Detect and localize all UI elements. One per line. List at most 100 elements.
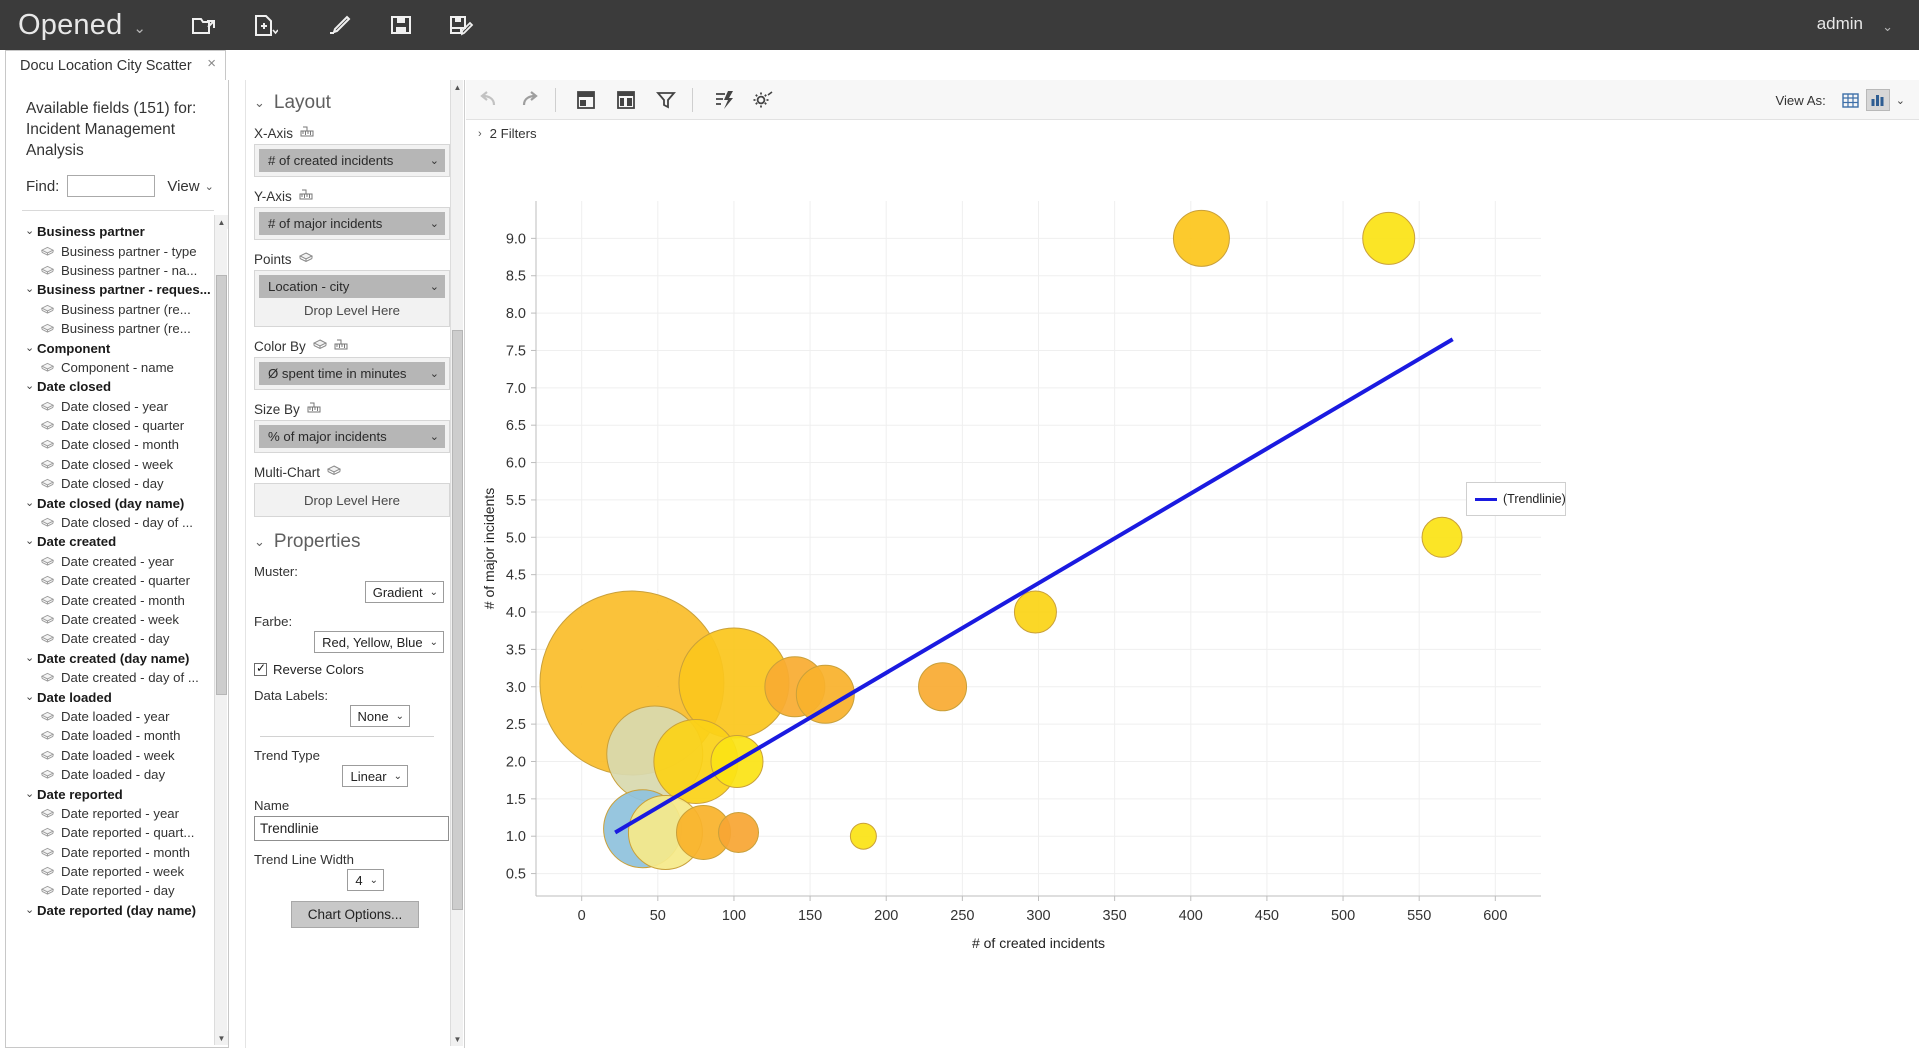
size-by-caret-icon[interactable]: ⌄ [430, 430, 439, 443]
field-item[interactable]: Date loaded - year [6, 707, 228, 726]
field-item[interactable]: Date created - day [6, 629, 228, 648]
field-group[interactable]: ⌄ Date closed (day name) [6, 493, 228, 512]
field-group[interactable]: ⌄ Date reported (day name) [6, 901, 228, 920]
field-item[interactable]: Date closed - month [6, 435, 228, 454]
view-menu-caret-icon[interactable]: ⌄ [205, 180, 214, 193]
field-item[interactable]: Date created - year [6, 552, 228, 571]
size-by-dropbox[interactable]: % of major incidents ⌄ [254, 420, 450, 453]
field-item[interactable]: Date reported - week [6, 862, 228, 881]
plot-canvas[interactable]: 0.5 1.0 1.5 2.0 2.5 3.0 3.5 4.0 4.5 5.0 5.5 6.0 6.5 7… [466, 146, 1919, 1052]
chevron-down-icon[interactable]: ⌄ [25, 381, 37, 392]
filter-bar[interactable]: › 2 Filters [466, 121, 1919, 146]
field-group[interactable]: ⌄ Date created (day name) [6, 649, 228, 668]
properties-collapse-caret-icon[interactable]: ⌄ [254, 534, 265, 550]
field-group[interactable]: ⌄ Business partner [6, 222, 228, 241]
chart-options-button[interactable]: Chart Options... [290, 901, 420, 928]
trend-line-width-caret-icon[interactable]: ⌄ [370, 875, 378, 886]
tab-docu-location-city-scatter[interactable]: Docu Location City Scatter × [5, 50, 226, 80]
layout-collapse-caret-icon[interactable]: ⌄ [254, 95, 265, 111]
field-item[interactable]: Date created - quarter [6, 571, 228, 590]
chevron-down-icon[interactable]: ⌄ [25, 497, 37, 509]
field-group[interactable]: ⌄ Component [6, 338, 228, 357]
field-item[interactable]: Date reported - quart... [6, 823, 228, 842]
view-menu-label[interactable]: View [167, 178, 199, 195]
color-by-dropbox[interactable]: Ø spent time in minutes ⌄ [254, 357, 450, 390]
user-menu-caret-icon[interactable]: ⌄ [1882, 19, 1893, 35]
field-item[interactable]: Date reported - day [6, 881, 228, 900]
table-view-icon[interactable] [1839, 89, 1863, 111]
scroll-down-icon[interactable]: ▼ [215, 1031, 228, 1045]
lightning-icon[interactable] [706, 85, 740, 115]
field-item[interactable]: Date reported - month [6, 843, 228, 862]
y-axis-dropbox[interactable]: # of major incidents ⌄ [254, 207, 450, 240]
chevron-down-icon[interactable]: ⌄ [25, 284, 37, 295]
trend-type-select[interactable]: Linear ⌄ [342, 765, 408, 787]
trend-type-caret-icon[interactable]: ⌄ [394, 771, 402, 782]
app-title[interactable]: Opened [18, 9, 122, 42]
field-item[interactable]: Date created - month [6, 590, 228, 609]
field-item[interactable]: Date closed - week [6, 455, 228, 474]
points-dropbox[interactable]: Location - city ⌄ Drop Level Here [254, 270, 450, 327]
filters-expand-caret-icon[interactable]: › [478, 128, 482, 140]
properties-section-header[interactable]: ⌄ Properties [254, 531, 464, 553]
farbe-select[interactable]: Red, Yellow, Blue ⌄ [314, 631, 444, 653]
chevron-down-icon[interactable]: ⌄ [25, 536, 37, 547]
tab-close-icon[interactable]: × [207, 56, 216, 71]
field-item[interactable]: Date created - day of ... [6, 668, 228, 687]
trend-line-width-select[interactable]: 4 ⌄ [347, 869, 384, 891]
chevron-down-icon[interactable]: ⌄ [25, 342, 37, 354]
muster-caret-icon[interactable]: ⌄ [430, 587, 438, 598]
field-item[interactable]: Date created - week [6, 610, 228, 629]
trend-name-input[interactable] [254, 816, 449, 841]
points-caret-icon[interactable]: ⌄ [430, 280, 439, 293]
multi-chart-drop-level-hint[interactable]: Drop Level Here [259, 488, 445, 512]
layout-header-icon[interactable] [569, 85, 603, 115]
x-axis-pill[interactable]: # of created incidents ⌄ [259, 149, 445, 172]
field-item[interactable]: Date loaded - week [6, 746, 228, 765]
redo-icon[interactable] [512, 85, 546, 115]
scroll-up-icon[interactable]: ▲ [451, 80, 464, 94]
data-labels-caret-icon[interactable]: ⌄ [396, 711, 404, 722]
y-axis-caret-icon[interactable]: ⌄ [430, 217, 439, 230]
data-point-bubble[interactable] [1013, 590, 1057, 634]
field-item[interactable]: Business partner - type [6, 241, 228, 260]
field-group[interactable]: ⌄ Date reported [6, 784, 228, 803]
layout-section-header[interactable]: ⌄ Layout [254, 92, 464, 114]
data-point-bubble[interactable] [795, 664, 855, 724]
scrollbar-thumb[interactable] [452, 330, 463, 910]
field-item[interactable]: Date loaded - month [6, 726, 228, 745]
field-group[interactable]: ⌄ Date closed [6, 377, 228, 396]
size-by-pill[interactable]: % of major incidents ⌄ [259, 425, 445, 448]
open-folder-icon[interactable] [188, 8, 222, 42]
find-input[interactable] [67, 175, 156, 197]
y-axis-pill[interactable]: # of major incidents ⌄ [259, 212, 445, 235]
new-document-icon[interactable] [248, 8, 282, 42]
data-labels-select[interactable]: None ⌄ [349, 705, 410, 727]
app-title-caret-icon[interactable]: ⌄ [133, 19, 146, 37]
chevron-down-icon[interactable]: ⌄ [25, 904, 37, 916]
field-item[interactable]: Date closed - day [6, 474, 228, 493]
field-group[interactable]: ⌄ Date loaded [6, 687, 228, 706]
chevron-down-icon[interactable]: ⌄ [25, 652, 37, 664]
view-as-caret-icon[interactable]: ⌄ [1896, 94, 1905, 107]
reverse-colors-checkbox[interactable] [254, 661, 267, 676]
data-point-bubble[interactable] [1362, 211, 1416, 265]
data-point-bubble[interactable] [1421, 516, 1463, 558]
field-item[interactable]: Date closed - day of ... [6, 513, 228, 532]
field-group[interactable]: ⌄ Business partner - reques... [6, 280, 228, 299]
filters-label[interactable]: 2 Filters [490, 126, 537, 141]
muster-select[interactable]: Gradient ⌄ [364, 581, 444, 603]
field-group[interactable]: ⌄ Date created [6, 532, 228, 551]
x-axis-caret-icon[interactable]: ⌄ [430, 154, 439, 167]
gear-icon[interactable] [746, 85, 780, 115]
points-pill[interactable]: Location - city ⌄ [259, 275, 445, 298]
reverse-colors-row[interactable]: Reverse Colors [254, 661, 464, 677]
color-by-pill[interactable]: Ø spent time in minutes ⌄ [259, 362, 445, 385]
field-item[interactable]: Date reported - year [6, 804, 228, 823]
field-item[interactable]: Business partner (re... [6, 319, 228, 338]
field-item[interactable]: Date closed - quarter [6, 416, 228, 435]
edit-pencil-icon[interactable] [324, 8, 358, 42]
data-point-bubble[interactable] [718, 811, 760, 853]
layout-split-icon[interactable] [609, 85, 643, 115]
user-name[interactable]: admin [1817, 14, 1863, 34]
